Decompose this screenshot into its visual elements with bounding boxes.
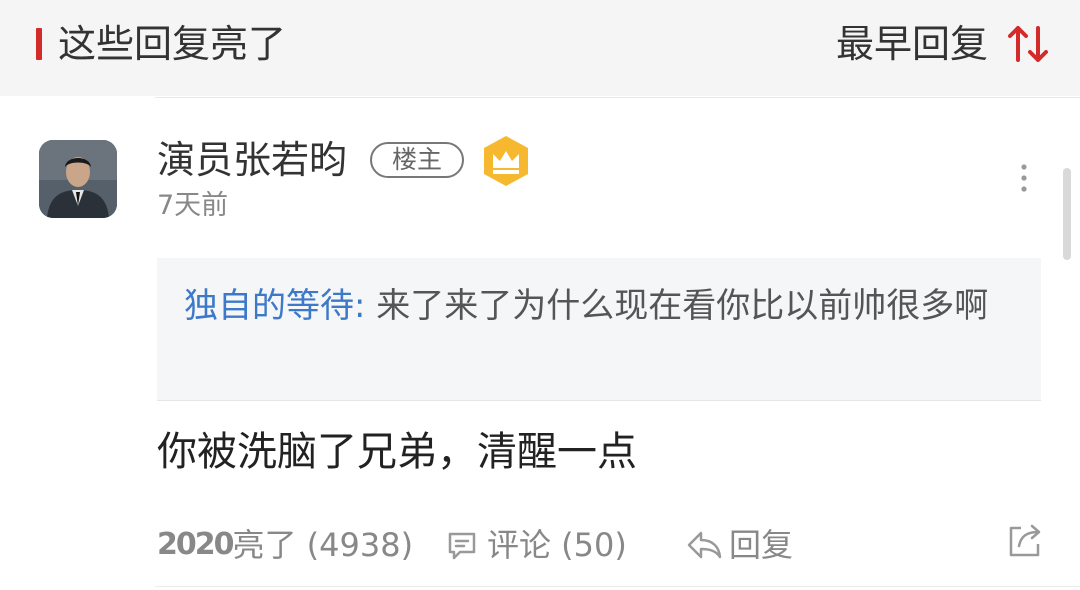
reply-arrow-icon: [687, 531, 722, 559]
action-bar: 2020 亮了 (4938) 评论 (50) 回复: [157, 520, 1047, 570]
reply-button[interactable]: 回复: [685, 520, 793, 570]
more-options-icon[interactable]: [1014, 162, 1034, 194]
header-accent-bar: [36, 28, 42, 60]
section-header: 这些回复亮了 最早回复: [0, 0, 1080, 96]
like-prefix: 2020: [157, 527, 234, 562]
avatar[interactable]: [39, 140, 117, 218]
crown-badge-icon: [484, 136, 528, 186]
reply-label: 回复: [729, 526, 794, 564]
avatar-portrait-icon: [39, 140, 117, 218]
scrollbar-thumb[interactable]: [1063, 168, 1071, 260]
reply-body: 你被洗脑了兄弟，清醒一点: [157, 429, 637, 475]
share-button[interactable]: [1005, 520, 1045, 560]
share-icon: [1009, 524, 1041, 557]
sort-order-button[interactable]: 最早回复: [836, 20, 988, 68]
like-label: 亮了 (4938): [232, 526, 414, 564]
section-title: 这些回复亮了: [58, 22, 287, 66]
header-divider: [155, 97, 1080, 98]
post-timestamp: 7天前: [157, 190, 229, 221]
op-badge: 楼主: [370, 142, 464, 178]
quote-author[interactable]: 独自的等待:: [184, 286, 365, 326]
quoted-comment[interactable]: 独自的等待: 来了来了为什么现在看你比以前帅很多啊: [157, 258, 1041, 401]
bottom-divider: [155, 586, 1080, 587]
like-button[interactable]: 2020 亮了 (4938): [157, 520, 413, 570]
comment-button[interactable]: 评论 (50): [445, 520, 627, 570]
username[interactable]: 演员张若昀: [157, 134, 347, 186]
comment-label: 评论 (50): [487, 526, 627, 564]
sort-arrows-icon[interactable]: [1006, 22, 1050, 66]
quote-text: 来了来了为什么现在看你比以前帅很多啊: [365, 286, 989, 326]
comment-icon: [448, 532, 476, 560]
